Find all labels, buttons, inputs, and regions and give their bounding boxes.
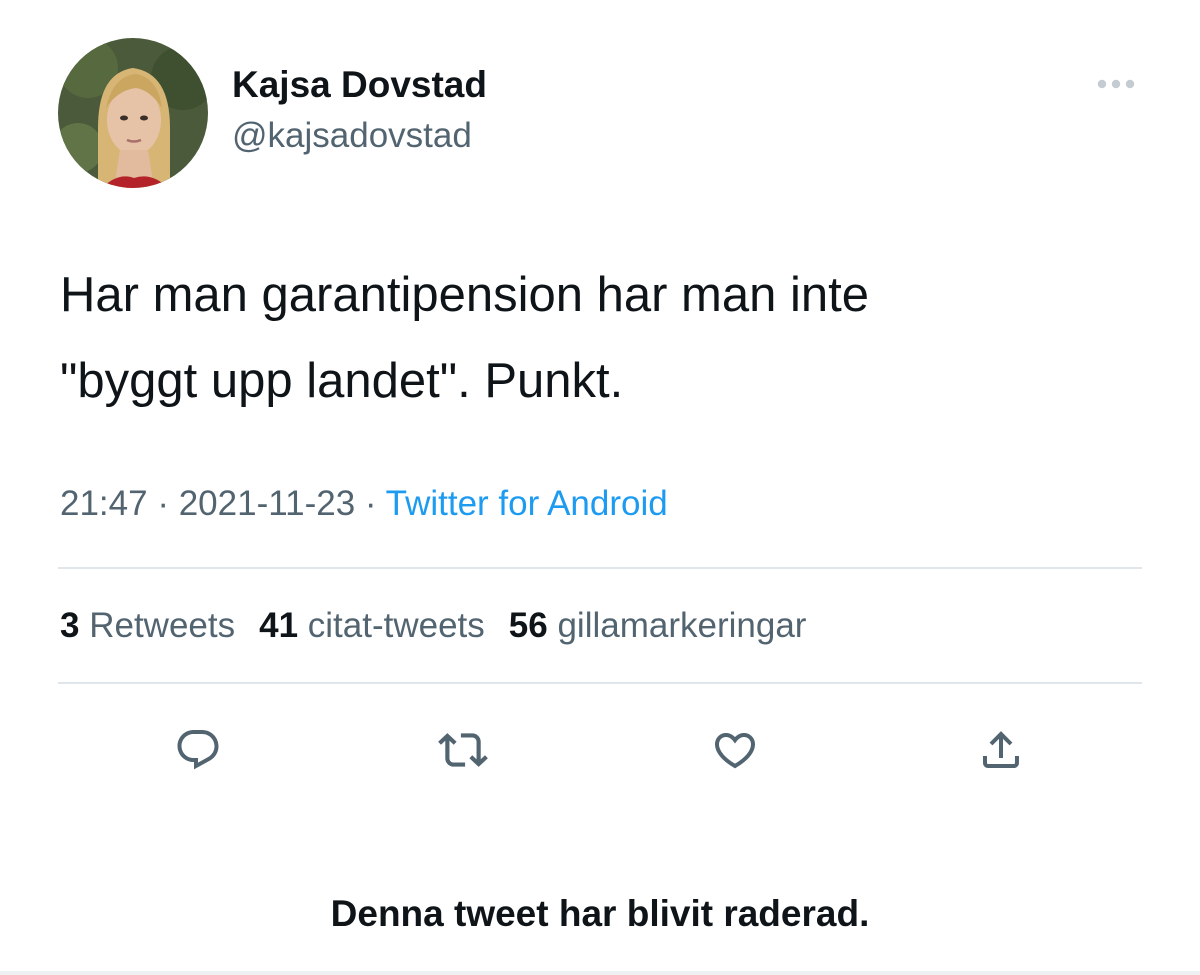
tweet-source-link[interactable]: Twitter for Android [386,484,668,523]
tweet-text-line: Har man garantipension har man inte [60,268,869,322]
retweets-stat[interactable]: 3 Retweets [60,606,235,646]
retweets-count: 3 [60,606,80,645]
retweet-icon [438,733,488,767]
tweet-meta: 21:47 · 2021-11-23 · Twitter for Android [60,484,668,524]
share-icon [983,731,1019,768]
more-icon [1097,79,1135,89]
likes-count: 56 [508,606,548,645]
meta-separator: · [364,484,377,523]
avatar[interactable] [58,38,208,188]
retweets-label: Retweets [89,606,236,645]
divider [58,567,1142,569]
deleted-notice: Denna tweet har blivit raderad. [330,893,870,934]
likes-label: gillamarkeringar [557,606,807,645]
tweet-date[interactable]: 2021-11-23 [179,484,355,523]
quote-tweets-label: citat-tweets [307,606,485,645]
quote-tweets-count: 41 [259,606,299,645]
likes-stat[interactable]: 56 gillamarkeringar [509,606,807,646]
tweet-time[interactable]: 21:47 [60,484,148,523]
quote-tweets-stat[interactable]: 41 citat-tweets [259,606,485,646]
author-name[interactable]: Kajsa Dovstad [232,64,487,106]
tweet-text: Har man garantipension har man inte "byg… [60,252,1150,424]
author-handle[interactable]: @kajsadovstad [232,116,472,156]
tweet-text-line: "byggt upp landet". Punkt. [60,354,624,408]
retweet-button[interactable] [431,718,495,782]
share-button[interactable] [969,718,1033,782]
like-icon [714,733,756,769]
bottom-divider [0,971,1200,975]
divider [58,682,1142,684]
reply-button[interactable] [166,718,230,782]
like-button[interactable] [703,718,767,782]
tweet-stats: 3 Retweets 41 citat-tweets 56 gillamarke… [60,606,830,646]
avatar-image [58,38,208,188]
reply-icon [177,730,219,770]
more-options-button[interactable] [1090,70,1142,98]
tweet-card: Kajsa Dovstad @kajsadovstad Har man gara… [0,0,1200,975]
meta-separator: · [157,484,169,523]
